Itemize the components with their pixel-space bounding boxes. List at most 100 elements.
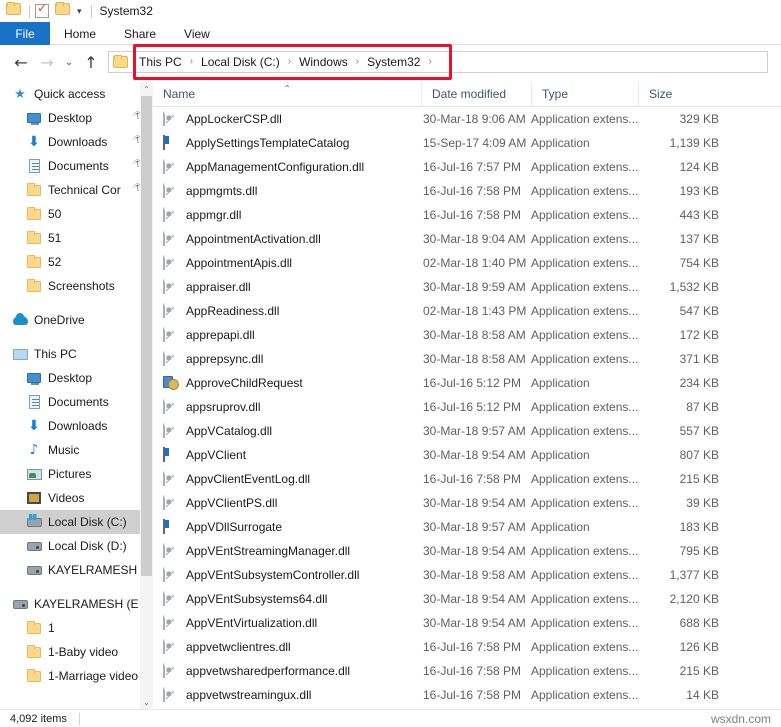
- sidebar-item-desktop[interactable]: Desktop ⇱: [0, 106, 153, 130]
- column-header-name[interactable]: Name ⌃: [153, 82, 421, 107]
- scroll-down-icon[interactable]: ⌄: [140, 695, 153, 709]
- sidebar-item-pictures[interactable]: Pictures: [0, 462, 153, 486]
- column-header-type[interactable]: Type: [531, 82, 638, 107]
- column-header-size[interactable]: Size: [638, 82, 741, 107]
- table-row[interactable]: AppVCatalog.dll 30-Mar-18 9:57 AM Applicat…: [153, 419, 781, 443]
- breadcrumb-system32[interactable]: System32: [360, 52, 427, 72]
- sidebar-item-music[interactable]: ♪ Music: [0, 438, 153, 462]
- sidebar-item-desktop[interactable]: Desktop: [0, 366, 153, 390]
- table-row[interactable]: AppVEntSubsystems64.dll 30-Mar-18 9:54 AM…: [153, 587, 781, 611]
- sidebar-item-kayelramesh-e[interactable]: KAYELRAMESH (E: [0, 592, 153, 616]
- dll-file-icon: [163, 639, 179, 655]
- file-size-cell: 795 KB: [679, 544, 719, 558]
- breadcrumb-local-disk-c[interactable]: Local Disk (C:): [194, 52, 287, 72]
- table-row[interactable]: apprepsync.dll 30-Mar-18 8:58 AM Applicati…: [153, 347, 781, 371]
- dll-file-icon: [163, 351, 179, 367]
- properties-checkmark-icon[interactable]: [35, 1, 49, 18]
- sidebar-item-1-marriage-video[interactable]: 1-Marriage video: [0, 664, 153, 688]
- sidebar-item-1-baby-video[interactable]: 1-Baby video: [0, 640, 153, 664]
- tab-view[interactable]: View: [170, 22, 224, 45]
- breadcrumb-windows[interactable]: Windows: [292, 52, 355, 72]
- table-row[interactable]: AppManagementConfiguration.dll 16-Jul-16 …: [153, 155, 781, 179]
- table-row[interactable]: AppointmentActivation.dll 30-Mar-18 9:04 …: [153, 227, 781, 251]
- file-type-cell: Application extens...: [531, 352, 638, 366]
- folder-icon: [26, 644, 42, 660]
- sidebar-item-this-pc[interactable]: This PC: [0, 342, 153, 366]
- file-name-cell: ApproveChildRequest: [153, 375, 421, 391]
- table-row[interactable]: apprepapi.dll 30-Mar-18 8:58 AM Applicatio…: [153, 323, 781, 347]
- file-size-cell: 39 KB: [686, 496, 719, 510]
- sidebar-item-label: 1: [48, 621, 55, 635]
- file-date-cell: 30-Mar-18 9:59 AM: [423, 280, 526, 294]
- sidebar-item-screenshots[interactable]: Screenshots: [0, 274, 153, 298]
- address-bar[interactable]: This PC › Local Disk (C:) › Windows › Sy…: [108, 51, 768, 73]
- sidebar-item-52[interactable]: 52: [0, 250, 153, 274]
- sidebar-item-downloads[interactable]: ⬇ Downloads: [0, 414, 153, 438]
- table-row[interactable]: ApplySettingsTemplateCatalog 15-Sep-17 4:…: [153, 131, 781, 155]
- table-row[interactable]: AppVClientPS.dll 30-Mar-18 9:54 AM Applica…: [153, 491, 781, 515]
- file-name-cell: AppVDllSurrogate: [153, 519, 421, 535]
- table-row[interactable]: AppVEntStreamingManager.dll 30-Mar-18 9:5…: [153, 539, 781, 563]
- scroll-up-icon[interactable]: ⌃: [140, 82, 153, 96]
- tab-file[interactable]: File: [0, 22, 50, 45]
- sidebar-item-label: Downloads: [48, 419, 108, 433]
- table-row[interactable]: appsruprov.dll 16-Jul-16 5:12 PM Applicati…: [153, 395, 781, 419]
- column-header-date-modified[interactable]: Date modified: [421, 82, 531, 107]
- sidebar-item-technical-cor[interactable]: Technical Cor ⇱: [0, 178, 153, 202]
- sidebar-item-videos[interactable]: Videos: [0, 486, 153, 510]
- table-row[interactable]: appraiser.dll 30-Mar-18 9:59 AM Applicatio…: [153, 275, 781, 299]
- sidebar-item-downloads[interactable]: ⬇ Downloads ⇱: [0, 130, 153, 154]
- status-divider: [78, 712, 80, 725]
- table-row[interactable]: appvetwsharedperformance.dll 16-Jul-16 7:…: [153, 659, 781, 683]
- tab-share[interactable]: Share: [110, 22, 170, 45]
- breadcrumb-this-pc[interactable]: This PC: [132, 52, 189, 72]
- sidebar-item-50[interactable]: 50: [0, 202, 153, 226]
- up-icon[interactable]: ↑: [78, 48, 104, 76]
- toolbar-divider-2: [90, 4, 92, 18]
- table-row[interactable]: AppVEntVirtualization.dll 30-Mar-18 9:54 …: [153, 611, 781, 635]
- breadcrumb-separator-icon-4[interactable]: ›: [427, 52, 432, 72]
- table-row[interactable]: appvetwclientres.dll 16-Jul-16 7:58 PM App…: [153, 635, 781, 659]
- sidebar-item-documents[interactable]: Documents: [0, 390, 153, 414]
- document-icon: [26, 158, 42, 174]
- table-row[interactable]: AppointmentApis.dll 02-Mar-18 1:40 PM Appl…: [153, 251, 781, 275]
- file-name-cell: AppVEntSubsystemController.dll: [153, 567, 421, 583]
- scrollbar-thumb[interactable]: [141, 96, 152, 576]
- file-name-cell: AppVEntSubsystems64.dll: [153, 591, 421, 607]
- sidebar-item-51[interactable]: 51: [0, 226, 153, 250]
- window-title: System32: [99, 4, 153, 18]
- table-row[interactable]: AppVEntSubsystemController.dll 30-Mar-18 …: [153, 563, 781, 587]
- sidebar-item-kayelramesh[interactable]: KAYELRAMESH (: [0, 558, 153, 582]
- sidebar-item-onedrive[interactable]: OneDrive: [0, 308, 153, 332]
- file-date-cell: 15-Sep-17 4:09 AM: [423, 136, 527, 150]
- application-icon: [163, 519, 179, 535]
- navigation-pane[interactable]: ★ Quick access Desktop ⇱ ⬇ Downloads ⇱ Document…: [0, 82, 153, 709]
- recent-locations-icon[interactable]: ⌄: [60, 48, 78, 76]
- table-row[interactable]: appmgr.dll 16-Jul-16 7:58 PM Application e…: [153, 203, 781, 227]
- tab-home[interactable]: Home: [50, 22, 110, 45]
- monitor-icon: [26, 110, 42, 126]
- sidebar-item-quick-access[interactable]: ★ Quick access: [0, 82, 153, 106]
- folder-icon: [26, 182, 42, 198]
- back-icon[interactable]: ←: [8, 48, 34, 76]
- table-row[interactable]: AppVDllSurrogate 30-Mar-18 9:57 AM Applica…: [153, 515, 781, 539]
- sidebar-item-local-disk-d[interactable]: Local Disk (D:): [0, 534, 153, 558]
- chevron-down-icon[interactable]: ▾: [77, 6, 82, 16]
- folder-icon[interactable]: [6, 2, 22, 19]
- forward-icon[interactable]: →: [34, 48, 60, 76]
- table-row[interactable]: AppVClient 30-Mar-18 9:54 AM Application 80…: [153, 443, 781, 467]
- table-row[interactable]: ApproveChildRequest 16-Jul-16 5:12 PM Appl…: [153, 371, 781, 395]
- new-folder-icon[interactable]: [55, 2, 71, 19]
- table-row[interactable]: appmgmts.dll 16-Jul-16 7:58 PM Application…: [153, 179, 781, 203]
- sidebar-item-documents[interactable]: Documents ⇱: [0, 154, 153, 178]
- file-rows-container: AppLockerCSP.dll 30-Mar-18 9:06 AM Applica…: [153, 107, 781, 709]
- sidebar-item-local-disk-c[interactable]: Local Disk (C:): [0, 510, 153, 534]
- file-name-cell: AppVEntStreamingManager.dll: [153, 543, 421, 559]
- dll-file-icon: [163, 687, 179, 703]
- table-row[interactable]: AppLockerCSP.dll 30-Mar-18 9:06 AM Applica…: [153, 107, 781, 131]
- table-row[interactable]: AppReadiness.dll 02-Mar-18 1:43 PM Applica…: [153, 299, 781, 323]
- table-row[interactable]: AppvClientEventLog.dll 16-Jul-16 7:58 PM A…: [153, 467, 781, 491]
- sidebar-item-1[interactable]: 1: [0, 616, 153, 640]
- table-row[interactable]: appvetwstreamingux.dll 16-Jul-16 7:58 PM A…: [153, 683, 781, 707]
- navigation-pane-scrollbar[interactable]: ⌃ ⌄: [140, 82, 153, 709]
